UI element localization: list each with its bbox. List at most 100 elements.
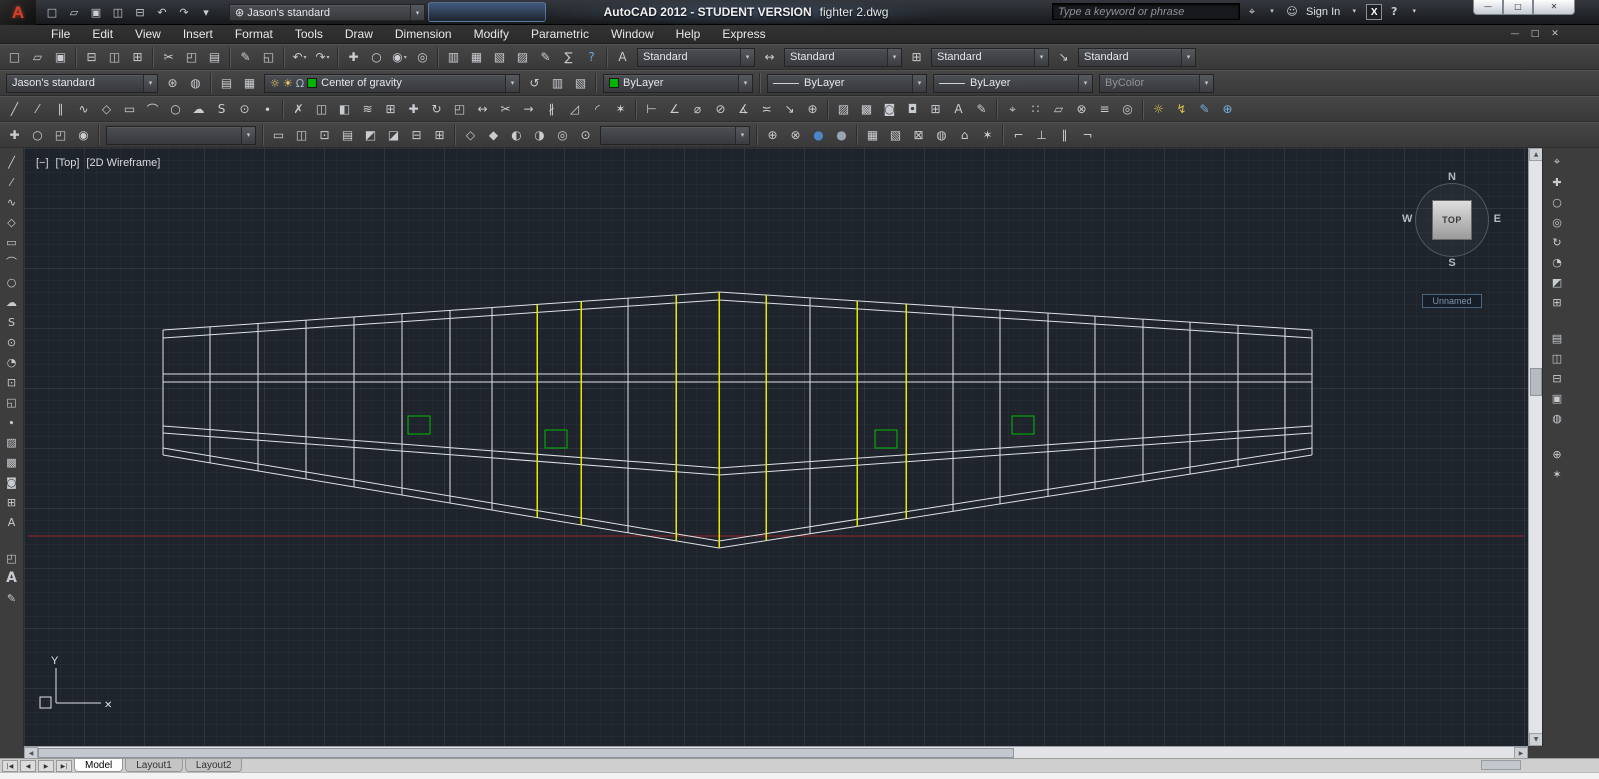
dim-aligned-button[interactable]: ∠: [663, 98, 686, 120]
window-maximize-button[interactable]: □: [1503, 0, 1533, 15]
tab-layout2[interactable]: Layout2: [184, 759, 243, 772]
layer-states-button[interactable]: ▥: [546, 72, 569, 94]
viewport-control-2[interactable]: [2D Wireframe]: [86, 157, 160, 169]
dim-angular-button[interactable]: ∡: [732, 98, 755, 120]
menu-format[interactable]: Format: [224, 25, 284, 44]
table-button[interactable]: ⊞: [924, 98, 947, 120]
fillet-button[interactable]: ◜: [586, 98, 609, 120]
viewcube-top-face[interactable]: TOP: [1432, 200, 1472, 240]
ucs-world-button[interactable]: ⊥: [1030, 124, 1053, 146]
dim-style-dropdown-arrow[interactable]: ▾: [887, 48, 901, 66]
tab-nav-3[interactable]: ▶|: [56, 759, 72, 772]
text-style-dropdown[interactable]: Standard ▾: [637, 47, 755, 67]
undo-flyout-arrow[interactable]: ▾: [304, 54, 307, 61]
lighting-button[interactable]: ↯: [1170, 98, 1193, 120]
plot-preview-button[interactable]: ◫: [103, 46, 126, 68]
quickcalc-button[interactable]: ∑: [557, 46, 580, 68]
layer-properties-manager-button[interactable]: ▤: [215, 72, 238, 94]
viewport-control-0[interactable]: [−]: [36, 157, 49, 169]
dim-style-dropdown[interactable]: Standard ▾: [784, 47, 902, 67]
linetype-dropdown[interactable]: ByLayer ▾: [767, 73, 927, 93]
array-button[interactable]: ⊞: [379, 98, 402, 120]
vertical-scroll-thumb[interactable]: [1530, 368, 1542, 396]
multileader-button[interactable]: ↘: [778, 98, 801, 120]
viewcube-west[interactable]: W: [1402, 213, 1412, 225]
visual-style-dropdown-arrow[interactable]: ▾: [735, 126, 749, 144]
nav-zoom-button[interactable]: ○: [1547, 192, 1567, 212]
extend-button[interactable]: →: [517, 98, 540, 120]
palette-ellipse-button[interactable]: ⊙: [2, 332, 22, 352]
walk-button[interactable]: ◑: [528, 124, 551, 146]
layer-isolate-button[interactable]: ▧: [569, 72, 592, 94]
plot-button[interactable]: ⊟: [80, 46, 103, 68]
linetype-dropdown-arrow[interactable]: ▾: [912, 74, 926, 92]
zoom-rect-button[interactable]: ◰: [49, 124, 72, 146]
search-input[interactable]: [1052, 3, 1240, 20]
workspace-settings-button[interactable]: ⊛: [161, 72, 184, 94]
region-button[interactable]: ◙: [878, 98, 901, 120]
nav-orbit-button[interactable]: ◎: [1547, 212, 1567, 232]
sign-in-button[interactable]: Sign In: [1304, 6, 1342, 18]
draw-circle-button[interactable]: ○: [164, 98, 187, 120]
block-editor-button[interactable]: ◱: [257, 46, 280, 68]
doc-close-button[interactable]: ✕: [1547, 25, 1563, 43]
render-region-button[interactable]: ⊕: [761, 124, 784, 146]
copy-button[interactable]: ◫: [310, 98, 333, 120]
draw-point-button[interactable]: ∙: [256, 98, 279, 120]
view-side-button[interactable]: ⊟: [405, 124, 428, 146]
exchange-apps-button[interactable]: X: [1366, 3, 1383, 20]
draw-line-button[interactable]: ╱: [3, 98, 26, 120]
table-style-dropdown[interactable]: Standard ▾: [931, 47, 1049, 67]
section-jog-button[interactable]: ⊕: [1547, 444, 1567, 464]
pan-button[interactable]: ✚: [3, 124, 26, 146]
tolerance-button[interactable]: ⊕: [801, 98, 824, 120]
zoom-previous-button[interactable]: ◎: [411, 46, 434, 68]
palette-polyline-button[interactable]: ∿: [2, 192, 22, 212]
sun-properties-button[interactable]: ▧: [884, 124, 907, 146]
palette-table-button[interactable]: ⊞: [2, 492, 22, 512]
tabs-resize-grip[interactable]: [1481, 760, 1521, 770]
palette-text-button[interactable]: A: [2, 568, 22, 588]
properties-palette-button[interactable]: ▥: [442, 46, 465, 68]
zoom-button[interactable]: ○: [26, 124, 49, 146]
scale-button[interactable]: ◰: [448, 98, 471, 120]
draw-xline-button[interactable]: ⁄: [26, 98, 49, 120]
redo-button[interactable]: ↷ ▾: [311, 46, 334, 68]
viewcube-south[interactable]: S: [1404, 257, 1500, 269]
color-dropdown[interactable]: ByLayer ▾: [603, 73, 753, 93]
menu-insert[interactable]: Insert: [172, 25, 224, 44]
window-minimize-button[interactable]: —: [1473, 0, 1503, 15]
mesh-refine-button[interactable]: ◫: [1547, 348, 1567, 368]
lineweight-dropdown[interactable]: ByLayer ▾: [933, 73, 1093, 93]
menu-edit[interactable]: Edit: [81, 25, 124, 44]
offset-button[interactable]: ≋: [356, 98, 379, 120]
palette-wipeout-button[interactable]: ◰: [2, 548, 22, 568]
draw-arc-button[interactable]: ⌒: [141, 98, 164, 120]
viewcube[interactable]: N S W E TOP: [1402, 171, 1501, 269]
sign-in-caret-icon[interactable]: ▾: [1346, 3, 1362, 20]
palette-spline-button[interactable]: S: [2, 312, 22, 332]
designcenter-button[interactable]: ▦: [465, 46, 488, 68]
search-caret-icon[interactable]: ▾: [1264, 3, 1280, 20]
orbit-continuous-button[interactable]: ◆: [482, 124, 505, 146]
vertical-scrollbar[interactable]: ▲ ▼: [1528, 148, 1543, 746]
nav-full-button[interactable]: ◩: [1547, 272, 1567, 292]
hatch-button[interactable]: ▨: [832, 98, 855, 120]
gradient-button[interactable]: ▩: [855, 98, 878, 120]
nav-steering-button[interactable]: ↻: [1547, 232, 1567, 252]
zoom-window-flyout-arrow[interactable]: ▾: [404, 54, 407, 61]
menu-tools[interactable]: Tools: [284, 25, 334, 44]
materials-sphere-button[interactable]: ●: [830, 124, 853, 146]
menu-parametric[interactable]: Parametric: [520, 25, 600, 44]
palette-gradient-button[interactable]: ▩: [2, 452, 22, 472]
draw-ellipse-button[interactable]: ⊙: [233, 98, 256, 120]
titlebar-workspace-arrow[interactable]: ▾: [410, 5, 424, 20]
view-top-button[interactable]: ◩: [359, 124, 382, 146]
plotstyle-dropdown-arrow[interactable]: ▾: [1199, 74, 1213, 92]
draw-revcloud-button[interactable]: ☁: [187, 98, 210, 120]
qat-redo-button[interactable]: ↷: [174, 3, 194, 22]
lineweight-dropdown-arrow[interactable]: ▾: [1078, 74, 1092, 92]
scroll-up-arrow[interactable]: ▲: [1529, 148, 1543, 161]
open-button[interactable]: ▱: [26, 46, 49, 68]
view-iso-button[interactable]: ⊞: [428, 124, 451, 146]
